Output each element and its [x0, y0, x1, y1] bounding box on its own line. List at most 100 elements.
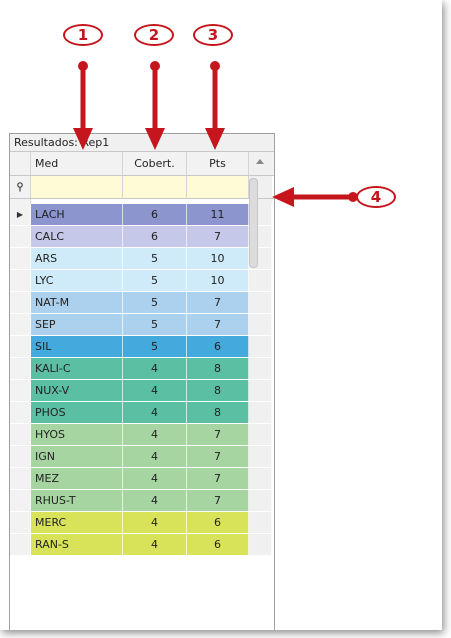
cell-pts[interactable]: 8	[187, 358, 249, 379]
table-row[interactable]: KALI-C 4 8	[10, 358, 274, 380]
cell-med[interactable]: RAN-S	[31, 534, 123, 555]
row-indicator-cell[interactable]	[10, 490, 31, 511]
cell-cobert[interactable]: 4	[123, 380, 187, 401]
table-row[interactable]: ▶ LACH 6 11	[10, 204, 274, 226]
table-row[interactable]: SIL 5 6	[10, 336, 274, 358]
table-row[interactable]: IGN 4 7	[10, 446, 274, 468]
row-indicator-cell[interactable]	[10, 380, 31, 401]
row-indicator-cell[interactable]	[10, 270, 31, 291]
row-indicator-cell[interactable]	[10, 534, 31, 555]
cell-pts[interactable]: 7	[187, 424, 249, 445]
cell-cobert[interactable]: 5	[123, 336, 187, 357]
cell-cobert[interactable]: 5	[123, 270, 187, 291]
cell-med[interactable]: NAT-M	[31, 292, 123, 313]
cell-med[interactable]: ARS	[31, 248, 123, 269]
column-header-cobert[interactable]: Cobert.	[123, 152, 187, 175]
table-row[interactable]: NAT-M 5 7	[10, 292, 274, 314]
cell-pts[interactable]: 7	[187, 292, 249, 313]
scrollbar-track-segment	[249, 402, 272, 423]
callout-1-label: 1	[63, 24, 103, 46]
scrollbar-track-segment	[249, 314, 272, 335]
cell-pts[interactable]: 8	[187, 402, 249, 423]
cell-cobert[interactable]: 4	[123, 534, 187, 555]
scroll-up-button[interactable]	[249, 152, 272, 175]
row-indicator-cell[interactable]	[10, 226, 31, 247]
cell-pts[interactable]: 6	[187, 534, 249, 555]
row-indicator-cell[interactable]	[10, 314, 31, 335]
row-indicator-cell[interactable]	[10, 248, 31, 269]
callout-3-label: 3	[193, 24, 233, 46]
cell-cobert[interactable]: 4	[123, 490, 187, 511]
scrollbar-thumb[interactable]	[249, 178, 258, 268]
cell-med[interactable]: LACH	[31, 204, 123, 225]
cell-cobert[interactable]: 4	[123, 358, 187, 379]
cell-med[interactable]: IGN	[31, 446, 123, 467]
row-indicator-cell[interactable]	[10, 358, 31, 379]
cell-cobert[interactable]: 5	[123, 248, 187, 269]
cell-cobert[interactable]: 6	[123, 204, 187, 225]
cell-pts[interactable]: 8	[187, 380, 249, 401]
filter-pts-input[interactable]	[187, 176, 249, 198]
cell-pts[interactable]: 6	[187, 336, 249, 357]
row-indicator-cell[interactable]	[10, 336, 31, 357]
cell-cobert[interactable]: 4	[123, 446, 187, 467]
cell-cobert[interactable]: 5	[123, 314, 187, 335]
column-header-med[interactable]: Med	[31, 152, 123, 175]
cell-pts[interactable]: 7	[187, 314, 249, 335]
table-row[interactable]: ARS 5 10	[10, 248, 274, 270]
scrollbar-track-segment	[249, 358, 272, 379]
cell-cobert[interactable]: 4	[123, 468, 187, 489]
cell-med[interactable]: SEP	[31, 314, 123, 335]
table-row[interactable]: CALC 6 7	[10, 226, 274, 248]
cell-med[interactable]: CALC	[31, 226, 123, 247]
scrollbar-track-segment	[249, 424, 272, 445]
cell-med[interactable]: MEZ	[31, 468, 123, 489]
cell-med[interactable]: MERC	[31, 512, 123, 533]
cell-med[interactable]: LYC	[31, 270, 123, 291]
filter-med-input[interactable]	[31, 176, 123, 198]
cell-pts[interactable]: 7	[187, 468, 249, 489]
cell-med[interactable]: SIL	[31, 336, 123, 357]
row-indicator-cell[interactable]	[10, 512, 31, 533]
panel-title: Resultados: Rep1	[10, 134, 274, 152]
callout-4-label: 4	[356, 186, 396, 208]
cell-med[interactable]: HYOS	[31, 424, 123, 445]
results-grid[interactable]: Resultados: Rep1 Med Cobert. Pts ▶ LACH …	[9, 133, 275, 630]
table-row[interactable]: NUX-V 4 8	[10, 380, 274, 402]
scrollbar-track-segment	[249, 512, 272, 533]
cell-cobert[interactable]: 4	[123, 512, 187, 533]
row-focus-indicator-icon[interactable]: ▶	[10, 204, 31, 225]
row-indicator-cell[interactable]	[10, 446, 31, 467]
column-header-pts[interactable]: Pts	[187, 152, 249, 175]
cell-pts[interactable]: 10	[187, 248, 249, 269]
cell-pts[interactable]: 6	[187, 512, 249, 533]
row-indicator-cell[interactable]	[10, 424, 31, 445]
cell-cobert[interactable]: 4	[123, 402, 187, 423]
scrollbar-track-segment	[249, 490, 272, 511]
cell-med[interactable]: RHUS-T	[31, 490, 123, 511]
table-row[interactable]: RAN-S 4 6	[10, 534, 274, 556]
table-row[interactable]: LYC 5 10	[10, 270, 274, 292]
cell-cobert[interactable]: 4	[123, 424, 187, 445]
cell-pts[interactable]: 7	[187, 490, 249, 511]
row-indicator-cell[interactable]	[10, 468, 31, 489]
table-row[interactable]: PHOS 4 8	[10, 402, 274, 424]
table-row[interactable]: HYOS 4 7	[10, 424, 274, 446]
auto-filter-row	[10, 176, 274, 199]
cell-cobert[interactable]: 6	[123, 226, 187, 247]
cell-cobert[interactable]: 5	[123, 292, 187, 313]
cell-pts[interactable]: 10	[187, 270, 249, 291]
table-row[interactable]: MERC 4 6	[10, 512, 274, 534]
row-indicator-cell[interactable]	[10, 292, 31, 313]
row-indicator-cell[interactable]	[10, 402, 31, 423]
table-row[interactable]: MEZ 4 7	[10, 468, 274, 490]
cell-pts[interactable]: 11	[187, 204, 249, 225]
cell-pts[interactable]: 7	[187, 226, 249, 247]
filter-cobert-input[interactable]	[123, 176, 187, 198]
cell-med[interactable]: KALI-C	[31, 358, 123, 379]
cell-pts[interactable]: 7	[187, 446, 249, 467]
table-row[interactable]: SEP 5 7	[10, 314, 274, 336]
cell-med[interactable]: NUX-V	[31, 380, 123, 401]
table-row[interactable]: RHUS-T 4 7	[10, 490, 274, 512]
cell-med[interactable]: PHOS	[31, 402, 123, 423]
